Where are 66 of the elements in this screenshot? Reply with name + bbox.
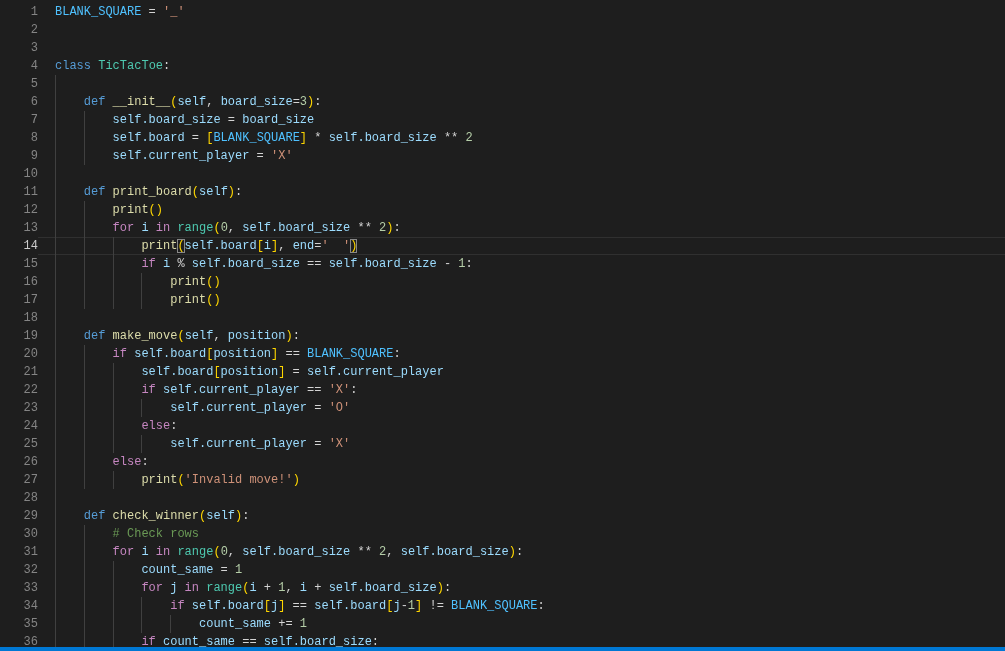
line-number: 25 xyxy=(22,436,38,453)
code-line: else: xyxy=(112,454,149,470)
code-line: if self.board[position] == BLANK_SQUARE: xyxy=(112,346,401,362)
code-line: count_same += 1 xyxy=(199,616,308,632)
line-number: 12 xyxy=(22,202,38,219)
code-line: for i in range(0, self.board_size ** 2): xyxy=(112,220,401,236)
code-line: if i % self.board_size == self.board_size - 1: xyxy=(141,256,473,272)
code-line: class TicTacToe: xyxy=(55,58,171,74)
line-number: 2 xyxy=(29,22,38,39)
line-number: 3 xyxy=(29,40,38,57)
line-number: 9 xyxy=(29,148,38,165)
code-line: print() xyxy=(170,292,221,308)
line-number: 4 xyxy=(29,58,38,75)
line-number: 13 xyxy=(22,220,38,237)
line-number: 24 xyxy=(22,418,38,435)
line-number: 11 xyxy=(22,184,38,201)
code-line: def make_move(self, position): xyxy=(83,328,300,344)
line-number: 19 xyxy=(22,328,38,345)
code-line: def print_board(self): xyxy=(83,184,243,200)
line-number: 29 xyxy=(22,508,38,525)
line-number: 18 xyxy=(22,310,38,327)
line-number: 30 xyxy=(22,526,38,543)
line-number: 14 xyxy=(22,238,38,255)
line-number: 33 xyxy=(22,580,38,597)
line-number: 6 xyxy=(29,94,38,111)
line-number: 8 xyxy=(29,130,38,147)
line-number: 21 xyxy=(22,364,38,381)
code-line: print(self.board[i], end=' ') xyxy=(141,238,358,254)
line-number: 26 xyxy=(22,454,38,471)
code-line: self.current_player = 'X' xyxy=(170,436,351,452)
code-line: print('Invalid move!') xyxy=(141,472,300,488)
line-number: 5 xyxy=(29,76,38,93)
line-number: 28 xyxy=(22,490,38,507)
code-line: def __init__(self, board_size=3): xyxy=(83,94,322,110)
line-number: 23 xyxy=(22,400,38,417)
line-number: 22 xyxy=(22,382,38,399)
code-line: # Check rows xyxy=(112,526,199,542)
code-line: self.board_size = board_size xyxy=(112,112,315,128)
line-number: 36 xyxy=(22,634,38,651)
line-number: 16 xyxy=(22,274,38,291)
code-line: if self.current_player == 'X': xyxy=(141,382,358,398)
code-line: if count_same == self.board_size: xyxy=(141,634,380,650)
code-line: self.current_player = 'X' xyxy=(112,148,293,164)
code-line: for j in range(i + 1, i + self.board_size): xyxy=(141,580,452,596)
code-line: if self.board[j] == self.board[j-1] != BLANK_SQUARE: xyxy=(170,598,545,614)
line-number: 34 xyxy=(22,598,38,615)
line-number: 1 xyxy=(29,4,38,21)
line-number: 31 xyxy=(22,544,38,561)
line-number: 7 xyxy=(29,112,38,129)
code-line: def check_winner(self): xyxy=(83,508,250,524)
code-line: print() xyxy=(112,202,163,218)
line-number: 27 xyxy=(22,472,38,489)
code-line: print() xyxy=(170,274,221,290)
line-number: 32 xyxy=(22,562,38,579)
code-line: else: xyxy=(141,418,178,434)
code-line: self.current_player = 'O' xyxy=(170,400,351,416)
code-line: BLANK_SQUARE = '_' xyxy=(55,4,185,20)
line-number: 17 xyxy=(22,292,38,309)
line-number: 35 xyxy=(22,616,38,633)
line-number: 10 xyxy=(22,166,38,183)
code-line: self.board[position] = self.current_player xyxy=(141,364,444,380)
code-line: for i in range(0, self.board_size ** 2, self.board_size): xyxy=(112,544,524,560)
line-number: 15 xyxy=(22,256,38,273)
code-line: self.board = [BLANK_SQUARE] * self.board_size ** 2 xyxy=(112,130,473,146)
line-number: 20 xyxy=(22,346,38,363)
code-line: count_same = 1 xyxy=(141,562,243,578)
